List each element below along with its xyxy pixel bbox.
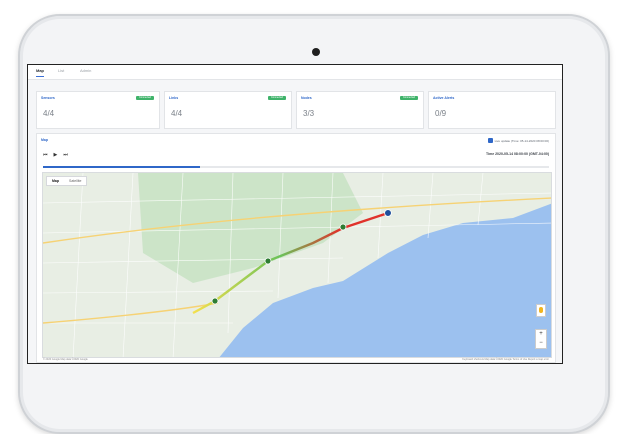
route-marker[interactable]: [339, 223, 347, 231]
status-badge: Connected: [400, 96, 418, 100]
skip-forward-icon[interactable]: ⏭: [63, 152, 68, 158]
card-nodes: Nodes Connected 3/3: [296, 91, 424, 129]
zoom-in-button[interactable]: +: [536, 330, 546, 339]
timeline-progress: [43, 166, 200, 168]
tab-bar: Map List Admin: [28, 65, 562, 80]
live-update-toggle[interactable]: Live update (Time: 05-14-2020 08:00:00): [487, 138, 549, 143]
pegman-icon[interactable]: [536, 304, 546, 317]
card-value: 3/3: [303, 109, 315, 118]
route-marker[interactable]: [211, 297, 219, 305]
map-canvas[interactable]: [43, 173, 552, 358]
checkbox-icon[interactable]: [487, 138, 493, 143]
status-badge: Connected: [268, 96, 286, 100]
map-view[interactable]: Map Satellite + −: [42, 172, 552, 358]
play-icon[interactable]: ▶: [54, 152, 58, 158]
tab-map[interactable]: Map: [36, 68, 44, 77]
card-value: 4/4: [171, 109, 183, 118]
map-section: Map Live update (Time: 05-14-2020 08:00:…: [36, 133, 556, 363]
zoom-control: + −: [535, 329, 547, 349]
route-marker[interactable]: [264, 257, 272, 265]
map-attribution-left: © 2020 Google Map data ©2020 Google: [43, 358, 88, 361]
map-type-satellite[interactable]: Satellite: [64, 177, 86, 185]
camera-dot: [312, 48, 320, 56]
card-label: Nodes: [301, 96, 312, 100]
current-position-marker[interactable]: [384, 209, 392, 217]
card-links: Links Connected 4/4: [164, 91, 292, 129]
card-value: 4/4: [43, 109, 55, 118]
playback-timeline[interactable]: [43, 166, 549, 168]
time-label: Time 2020-05-14 08:00:00 (GMT-04:00): [486, 152, 549, 156]
live-update-label: Live update (Time: 05-14-2020 08:00:00): [494, 138, 549, 143]
card-label: Sensors: [41, 96, 55, 100]
card-label: Active Alerts: [433, 96, 455, 100]
tab-list[interactable]: List: [58, 68, 64, 73]
section-title: Map: [41, 138, 48, 142]
zoom-out-button[interactable]: −: [536, 339, 546, 348]
skip-back-icon[interactable]: ⏮: [43, 152, 48, 158]
status-badge: Connected: [136, 96, 154, 100]
card-value: 0/9: [435, 109, 447, 118]
screen: Map List Admin Sensors Connected 4/4 Lin…: [27, 64, 563, 364]
card-label: Links: [169, 96, 179, 100]
playback-controls: ⏮ ▶ ⏭: [43, 152, 68, 158]
card-alerts: Active Alerts 0/9: [428, 91, 556, 129]
map-type-toggle: Map Satellite: [46, 176, 88, 186]
map-type-map[interactable]: Map: [47, 177, 64, 185]
map-attribution-right: Keyboard shortcuts Map data ©2020 Google…: [462, 358, 549, 361]
card-sensors: Sensors Connected 4/4: [36, 91, 160, 129]
tab-admin[interactable]: Admin: [80, 68, 91, 73]
